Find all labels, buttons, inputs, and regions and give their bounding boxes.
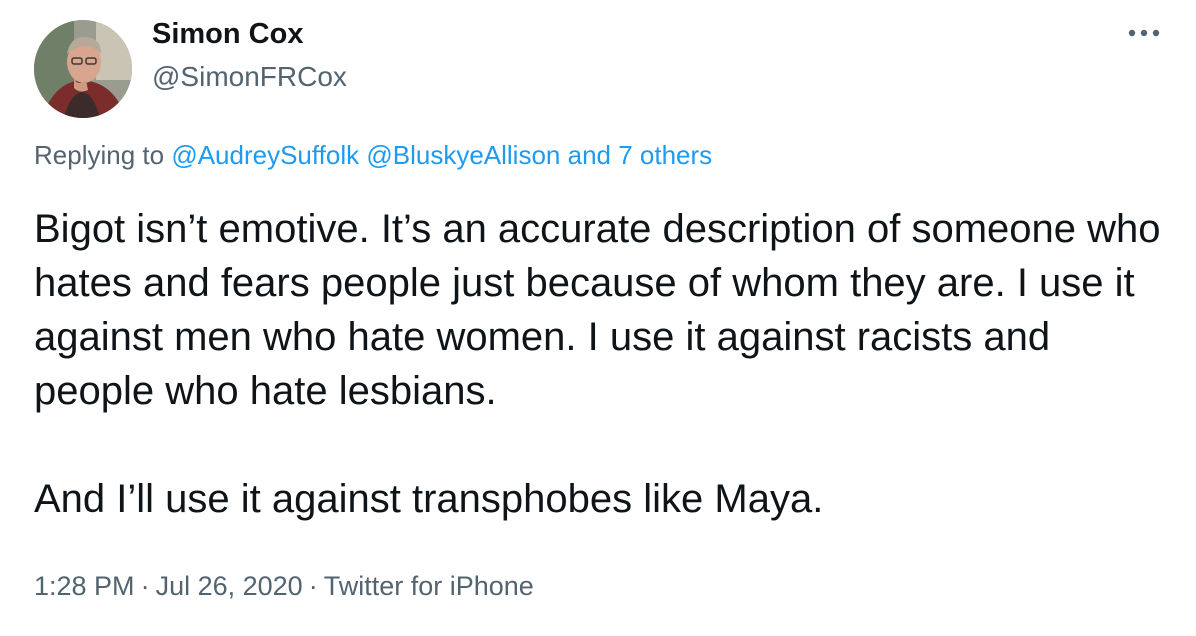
tweet-date[interactable]: Jul 26, 2020 (156, 571, 303, 601)
meta-separator: · (308, 571, 318, 601)
tweet-card: Simon Cox @SimonFRCox Replying to @Audre… (0, 0, 1196, 636)
tweet-paragraph: Bigot isn’t emotive. It’s an accurate de… (34, 207, 1161, 413)
tweet-time[interactable]: 1:28 PM (34, 571, 135, 601)
replying-to-label: Replying to (34, 140, 165, 170)
tweet-source-link[interactable]: Twitter for iPhone (324, 571, 534, 601)
author-display-name[interactable]: Simon Cox (152, 16, 303, 52)
more-options-button[interactable] (1124, 22, 1164, 44)
author-handle[interactable]: @SimonFRCox (152, 60, 347, 94)
profile-photo-icon (34, 20, 132, 118)
replying-to-line: Replying to @AudreySuffolk @BluskyeAllis… (34, 138, 712, 172)
more-horizontal-icon (1128, 29, 1160, 37)
tweet-paragraph: And I’ll use it against transphobes like… (34, 477, 824, 521)
other-mentions-link[interactable]: and 7 others (568, 140, 713, 170)
mention-link-audreysuffolk[interactable]: @AudreySuffolk (171, 140, 359, 170)
meta-separator: · (140, 571, 150, 601)
tweet-text: Bigot isn’t emotive. It’s an accurate de… (34, 202, 1174, 526)
author-avatar[interactable] (34, 20, 132, 118)
mention-link-bluskyeallison[interactable]: @BluskyeAllison (366, 140, 560, 170)
tweet-metadata: 1:28 PM · Jul 26, 2020 · Twitter for iPhone (34, 569, 534, 603)
